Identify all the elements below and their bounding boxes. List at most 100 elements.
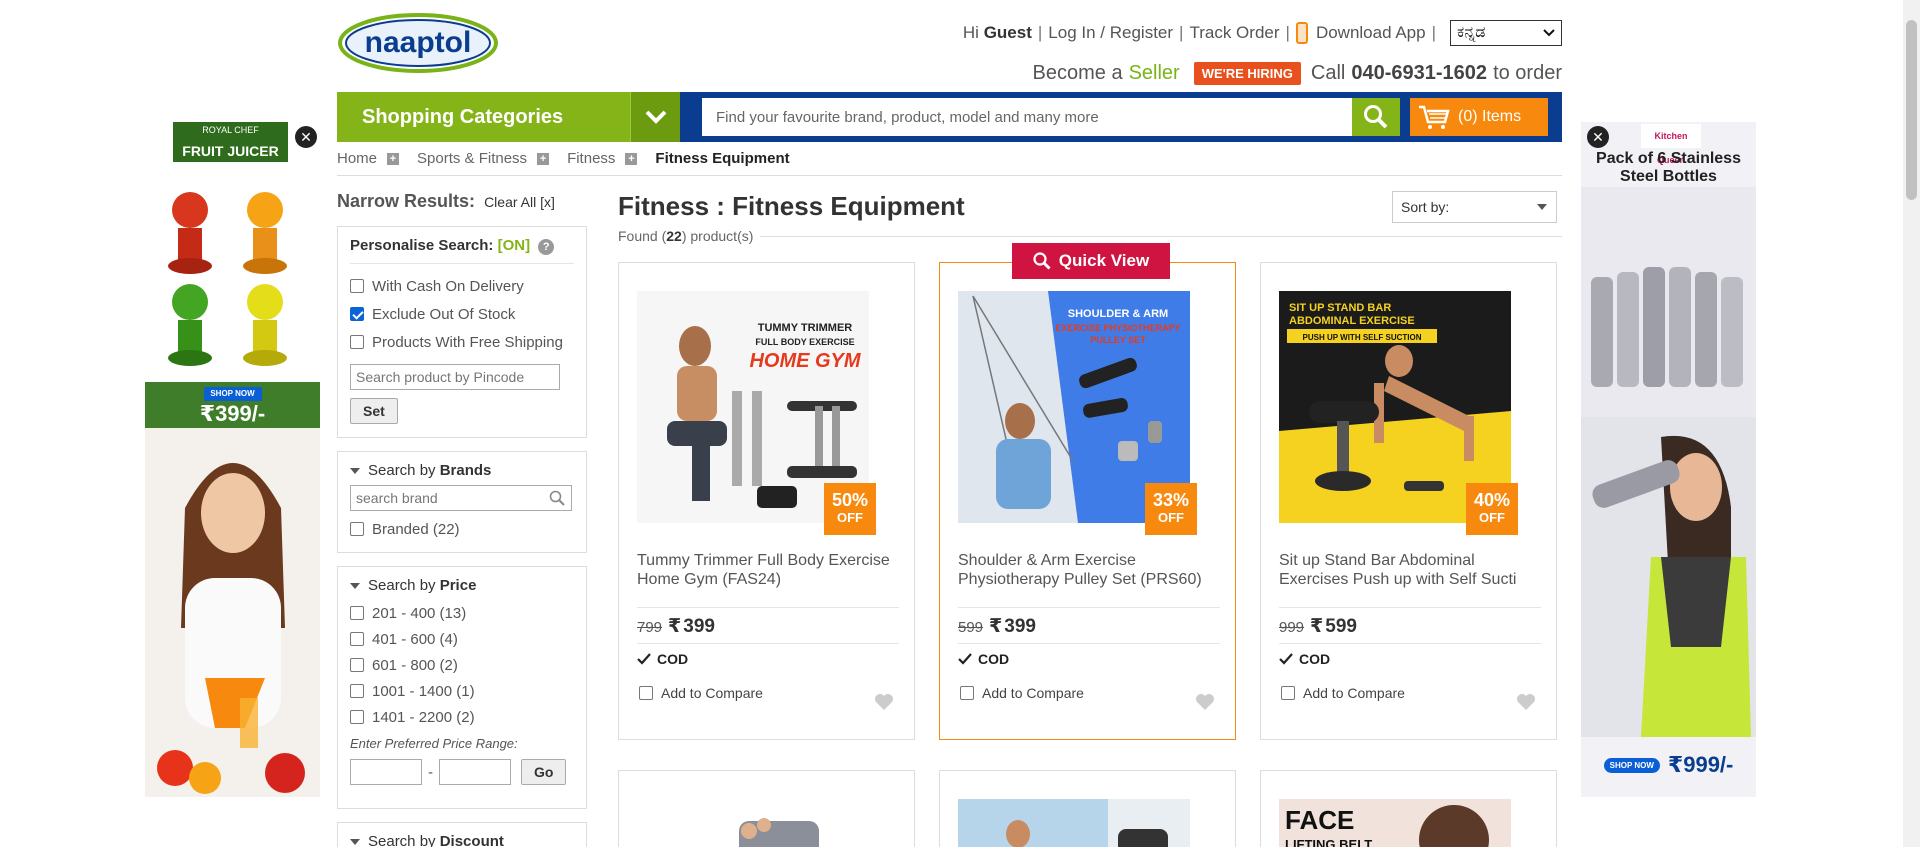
checkbox[interactable] <box>1281 686 1295 700</box>
product-card[interactable]: SIT UP STAND BAR ABDOMINAL EXERCISE PUSH… <box>1260 262 1557 740</box>
product-price: 999 ₹599 <box>1279 615 1357 638</box>
page-title: Fitness : Fitness Equipment <box>618 191 965 221</box>
checkbox[interactable] <box>350 684 364 698</box>
max-price-input[interactable] <box>439 759 511 785</box>
checkbox[interactable] <box>350 522 364 536</box>
breadcrumb-home[interactable]: Home <box>337 150 377 167</box>
add-to-compare[interactable]: Add to Compare <box>639 685 763 701</box>
categories-toggle[interactable] <box>630 92 680 142</box>
brand-option[interactable]: Branded (22) <box>350 515 574 543</box>
add-to-compare[interactable]: Add to Compare <box>1281 685 1405 701</box>
cart-button[interactable]: (0) Items <box>1410 98 1548 136</box>
add-to-compare[interactable]: Add to Compare <box>960 685 1084 701</box>
product-image[interactable]: FACE LIFTING BELT <box>1279 799 1511 847</box>
clear-all-link[interactable]: Clear All [x] <box>484 194 555 210</box>
product-image[interactable] <box>719 811 839 847</box>
price-option[interactable]: 401 - 600 (4) <box>350 626 574 652</box>
personalise-state[interactable]: [ON] <box>498 237 531 254</box>
brand-search-input[interactable]: search brand <box>350 485 572 511</box>
price-option[interactable]: 1001 - 1400 (1) <box>350 678 574 704</box>
scrollbar[interactable] <box>1903 0 1920 847</box>
brands-prefix: Search by <box>368 462 436 479</box>
track-order-link[interactable]: Track Order <box>1189 23 1279 43</box>
checkbox[interactable] <box>350 335 364 349</box>
seller-link[interactable]: Seller <box>1129 62 1180 85</box>
product-name[interactable]: Tummy Trimmer Full Body Exercise Home Gy… <box>637 551 902 589</box>
product-name[interactable]: Sit up Stand Bar Abdominal Exercises Pus… <box>1279 551 1544 589</box>
product-name[interactable]: Shoulder & Arm Exercise Physiotherapy Pu… <box>958 551 1223 589</box>
sort-by-select[interactable]: Sort by: <box>1392 191 1557 223</box>
breadcrumb-current: Fitness Equipment <box>655 150 790 167</box>
checkbox[interactable] <box>350 658 364 672</box>
login-link[interactable]: Log In / Register <box>1048 23 1173 43</box>
divider <box>337 175 1562 176</box>
go-button[interactable]: Go <box>521 759 567 785</box>
set-button[interactable]: Set <box>350 398 398 424</box>
help-icon[interactable]: ? <box>538 239 555 255</box>
checkbox[interactable] <box>350 606 364 620</box>
shopping-categories-button[interactable]: Shopping Categories <box>337 92 630 142</box>
product-card[interactable]: FACE LIFTING BELT <box>1260 770 1557 847</box>
scrollbar-thumb[interactable] <box>1906 20 1917 200</box>
min-price-input[interactable] <box>350 759 422 785</box>
price-option[interactable]: 201 - 400 (13) <box>350 600 574 626</box>
checkbox[interactable] <box>350 279 364 293</box>
filter-cod[interactable]: With Cash On Delivery <box>350 272 574 300</box>
filter-free-shipping[interactable]: Products With Free Shipping <box>350 328 574 356</box>
download-app-link[interactable]: Download App <box>1316 23 1426 43</box>
language-select[interactable]: ಕನ್ನಡ <box>1450 20 1562 46</box>
ad-brand: Kitchen Queen <box>1641 124 1701 165</box>
naaptol-logo[interactable]: naaptol <box>337 12 499 74</box>
breadcrumb-sports-fitness[interactable]: Sports & Fitness <box>417 150 527 167</box>
discount-badge: 33% OFF <box>1145 483 1197 535</box>
quick-view-button[interactable]: Quick View <box>1012 243 1170 279</box>
shop-now-button[interactable]: SHOP NOW <box>1603 757 1660 773</box>
mobile-icon <box>1295 22 1308 44</box>
shop-now-button[interactable]: SHOP NOW <box>203 387 262 401</box>
image-caption: SIT UP STAND BAR <box>1289 302 1391 314</box>
product-card[interactable] <box>618 770 915 847</box>
close-icon[interactable]: ✕ <box>295 126 317 148</box>
found-count: Found (22) product(s) <box>618 228 753 244</box>
close-icon[interactable]: ✕ <box>1587 126 1609 148</box>
plus-icon[interactable]: + <box>387 152 400 165</box>
nav-bar: Shopping Categories Find your favourite … <box>337 92 1562 142</box>
discount-heading[interactable]: Search by Discount <box>350 833 574 847</box>
search-button[interactable] <box>1352 98 1400 136</box>
checkbox[interactable] <box>639 686 653 700</box>
discount-off-label: OFF <box>1158 510 1184 525</box>
checkbox[interactable] <box>350 710 364 724</box>
price-heading[interactable]: Search by Price <box>350 577 574 594</box>
search-input[interactable]: Find your favourite brand, product, mode… <box>702 98 1352 136</box>
pincode-input[interactable]: Search product by Pincode <box>350 364 560 390</box>
divider <box>760 236 1562 237</box>
discount-off-label: OFF <box>1479 510 1505 525</box>
mrp: 599 <box>958 619 984 636</box>
heart-icon[interactable] <box>1195 693 1215 711</box>
left-ad-banner[interactable]: ROYAL CHEF FRUIT JUICER ✕ SHOP NOW ₹399/… <box>145 122 320 797</box>
heart-icon[interactable] <box>1516 693 1536 711</box>
filter-exclude-out-of-stock[interactable]: Exclude Out Of Stock <box>350 300 574 328</box>
personalise-label: Personalise Search: <box>350 237 494 254</box>
option-label: Products With Free Shipping <box>372 333 563 351</box>
option-label: Branded (22) <box>372 520 460 538</box>
product-image[interactable] <box>958 799 1190 847</box>
call-text: Call <box>1310 62 1346 84</box>
plus-icon[interactable]: + <box>537 152 550 165</box>
breadcrumb-fitness[interactable]: Fitness <box>567 150 615 167</box>
hiring-badge[interactable]: WE'RE HIRING <box>1193 62 1301 85</box>
price-option[interactable]: 601 - 800 (2) <box>350 652 574 678</box>
mrp: 999 <box>1279 619 1305 636</box>
plus-icon[interactable]: + <box>625 152 638 165</box>
checkbox-checked[interactable] <box>350 307 364 321</box>
brands-heading[interactable]: Search by Brands <box>350 462 574 479</box>
found-number: 22 <box>666 228 682 244</box>
heart-icon[interactable] <box>874 693 894 711</box>
product-card[interactable]: Quick View SHOULDER & ARM EXERCISE PHYSI… <box>939 243 1236 740</box>
checkbox[interactable] <box>350 632 364 646</box>
checkbox[interactable] <box>960 686 974 700</box>
price-option[interactable]: 1401 - 2200 (2) <box>350 704 574 730</box>
product-card[interactable] <box>939 770 1236 847</box>
product-card[interactable]: TUMMY TRIMMER FULL BODY EXERCISE HOME GY… <box>618 262 915 740</box>
right-ad-banner[interactable]: ✕ Kitchen Queen Pack of 6 Stainless Stee… <box>1581 122 1756 797</box>
